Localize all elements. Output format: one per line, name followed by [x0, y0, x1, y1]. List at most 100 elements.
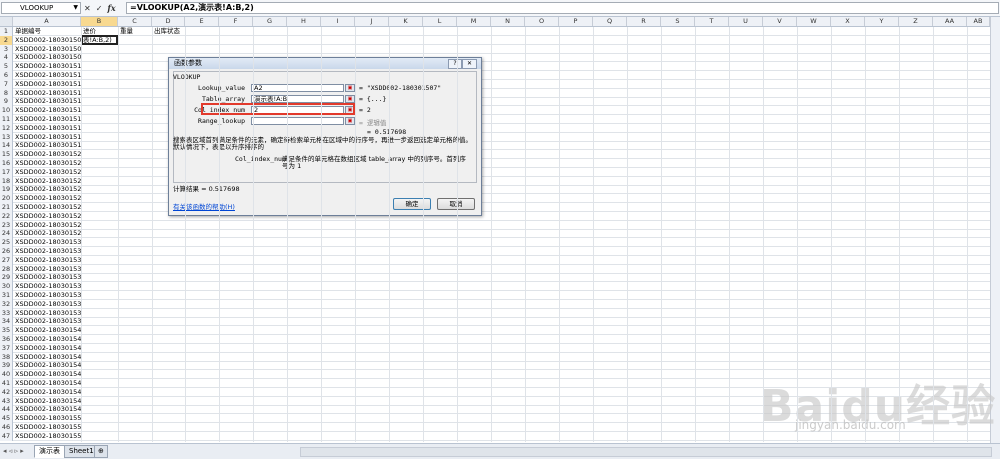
row-header[interactable]: 21 [0, 203, 13, 212]
column-header[interactable]: X [831, 17, 865, 26]
row-header[interactable]: 22 [0, 211, 13, 221]
row-header[interactable]: 4 [0, 53, 13, 63]
cell[interactable]: XSDD002-180301510 [14, 62, 81, 71]
range-lookup-input[interactable] [251, 117, 344, 125]
row-header[interactable]: 45 [0, 414, 13, 424]
row-header[interactable]: 15 [0, 150, 13, 160]
cell[interactable]: 单据编号 [14, 27, 81, 36]
cell[interactable]: 出库状态 [153, 27, 186, 36]
cell[interactable]: XSDD002-180301533 [14, 265, 81, 274]
row-header[interactable]: 8 [0, 88, 13, 98]
column-header[interactable]: K [389, 17, 423, 26]
row-header[interactable]: 27 [0, 255, 13, 265]
row-header[interactable]: 23 [0, 220, 13, 230]
cell[interactable]: XSDD002-180301536 [14, 291, 81, 300]
row-header[interactable]: 26 [0, 247, 13, 256]
row-header[interactable]: 12 [0, 123, 13, 133]
cell[interactable]: XSDD002-180301523 [14, 177, 81, 186]
column-header[interactable]: R [627, 17, 661, 26]
cell[interactable]: XSDD002-180301520 [14, 150, 81, 159]
sheet-nav-arrows[interactable]: ◂ ◃ ▹ ▸ [3, 447, 24, 455]
cell[interactable]: XSDD002-180301545 [14, 370, 81, 379]
row-header[interactable]: 25 [0, 238, 13, 248]
cell[interactable]: XSDD002-180301522 [14, 168, 81, 177]
cell[interactable]: XSDD002-180301528 [14, 221, 81, 230]
cell[interactable]: XSDD002-180301518 [14, 133, 81, 142]
cell[interactable]: XSDD002-180301515 [14, 106, 81, 115]
cell[interactable]: XSDD002-180301532 [14, 256, 81, 265]
cell[interactable]: XSDD002-180301551 [14, 423, 81, 432]
column-header[interactable]: M [457, 17, 491, 26]
row-header[interactable]: 14 [0, 141, 13, 151]
row-header[interactable]: 24 [0, 229, 13, 239]
column-header[interactable]: S [661, 17, 695, 26]
tab-sheet-demo[interactable]: 演示表 [34, 445, 65, 458]
row-header[interactable]: 36 [0, 335, 13, 344]
cell[interactable]: XSDD002-180301524 [14, 185, 81, 194]
cell[interactable]: XSDD002-180301512 [14, 80, 81, 89]
cell[interactable]: XSDD002-180301543 [14, 353, 81, 362]
row-header[interactable]: 7 [0, 79, 13, 89]
column-header[interactable]: W [797, 17, 831, 26]
row-header[interactable]: 37 [0, 343, 13, 353]
chevron-down-icon[interactable]: ▼ [73, 3, 78, 13]
cell[interactable]: XSDD002-180301534 [14, 273, 81, 282]
select-all-corner[interactable] [0, 17, 13, 26]
row-header[interactable]: 46 [0, 423, 13, 432]
cell[interactable]: XSDD002-180301516 [14, 115, 81, 124]
column-header[interactable]: F [219, 17, 253, 26]
row-header[interactable]: 39 [0, 361, 13, 371]
cell[interactable]: XSDD002-180301547 [14, 388, 81, 397]
add-sheet-icon[interactable]: ⊕ [94, 445, 108, 458]
cell[interactable]: XSDD002-180301549 [14, 405, 81, 414]
formula-input[interactable]: =VLOOKUP(A2,演示表!A:B,2) [126, 2, 999, 14]
column-header[interactable]: A [13, 17, 81, 26]
collapse-dialog-icon[interactable]: ▣ [345, 84, 355, 92]
column-header[interactable]: E [185, 17, 219, 26]
row-header[interactable]: 17 [0, 167, 13, 177]
column-header[interactable]: I [321, 17, 355, 26]
row-header[interactable]: 20 [0, 194, 13, 204]
cell[interactable]: 重量 [119, 27, 153, 36]
row-header[interactable]: 47 [0, 431, 13, 441]
row-header[interactable]: 31 [0, 291, 13, 300]
row-header[interactable]: 41 [0, 379, 13, 388]
row-header[interactable]: 38 [0, 352, 13, 362]
cell[interactable]: XSDD002-180301507 [14, 36, 81, 45]
cell[interactable]: XSDD002-180301519 [14, 141, 81, 150]
cell[interactable]: XSDD002-180301513 [14, 89, 81, 98]
cell[interactable]: XSDD002-180301540 [14, 326, 81, 335]
cell[interactable]: XSDD002-180301546 [14, 379, 81, 388]
row-header[interactable]: 6 [0, 71, 13, 80]
cancel-button[interactable]: 取消 [437, 198, 475, 210]
row-header[interactable]: 34 [0, 317, 13, 327]
column-header[interactable]: T [695, 17, 729, 26]
row-header[interactable]: 40 [0, 370, 13, 380]
row-header[interactable]: 11 [0, 115, 13, 124]
column-header[interactable]: G [253, 17, 287, 26]
cell[interactable]: XSDD002-180301548 [14, 397, 81, 406]
name-box[interactable]: VLOOKUP ▼ [1, 2, 81, 14]
cancel-icon[interactable]: ✕ [84, 4, 91, 13]
row-header[interactable]: 9 [0, 97, 13, 107]
collapse-dialog-icon[interactable]: ▣ [345, 95, 355, 103]
row-header[interactable]: 28 [0, 264, 13, 274]
column-header[interactable]: P [559, 17, 593, 26]
column-header[interactable]: J [355, 17, 389, 26]
column-header[interactable]: Q [593, 17, 627, 26]
column-header[interactable]: Y [865, 17, 899, 26]
table-array-input[interactable]: 演示表!A:B [251, 95, 344, 103]
row-header[interactable]: 10 [0, 106, 13, 116]
horizontal-scrollbar[interactable] [300, 447, 992, 457]
cell[interactable]: XSDD002-180301541 [14, 335, 81, 344]
help-icon[interactable]: ? [448, 59, 462, 69]
cell[interactable]: XSDD002-180301521 [14, 159, 81, 168]
row-header[interactable]: 13 [0, 132, 13, 142]
column-header[interactable]: N [491, 17, 525, 26]
cell[interactable]: XSDD002-180301537 [14, 300, 81, 309]
lookup-value-input[interactable]: A2 [251, 84, 344, 92]
column-header[interactable]: L [423, 17, 457, 26]
row-header[interactable]: 32 [0, 299, 13, 309]
cell[interactable]: XSDD002-180301527 [14, 212, 81, 221]
cell[interactable]: XSDD002-180301542 [14, 344, 81, 353]
